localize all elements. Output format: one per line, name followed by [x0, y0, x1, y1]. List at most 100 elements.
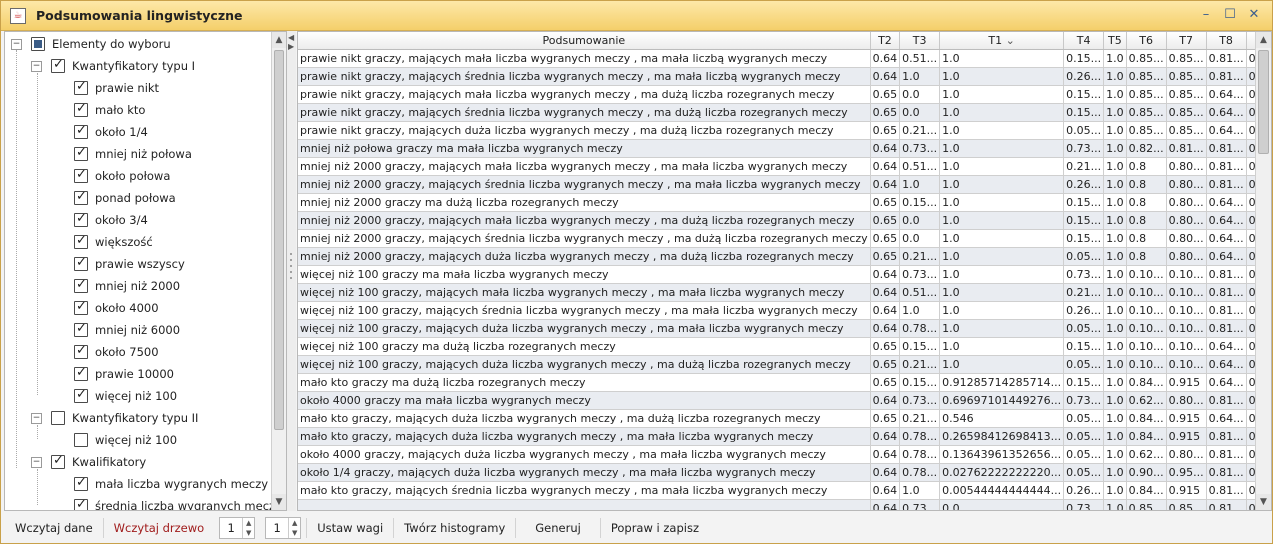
value-cell[interactable]: 0.10... — [1126, 301, 1167, 320]
value-cell[interactable]: 0.90... — [1126, 463, 1167, 482]
value-cell[interactable]: 0.62... — [1126, 445, 1167, 464]
value-cell[interactable]: 0.64 — [870, 391, 901, 410]
summary-cell[interactable]: więcej niż 100 graczy ma mała liczba wyg… — [298, 265, 871, 284]
value-cell[interactable]: 0.05... — [1063, 445, 1105, 464]
value-cell[interactable]: 0.15... — [1063, 193, 1105, 212]
tree-group[interactable]: − Kwantyfikatory typu I — [31, 55, 195, 77]
value-cell[interactable]: 0.26... — [1063, 67, 1105, 86]
value-cell[interactable]: 0.85... — [1126, 67, 1167, 86]
value-cell[interactable]: 0.10... — [1166, 337, 1207, 356]
value-cell[interactable]: 1.0 — [1103, 481, 1127, 500]
value-cell[interactable]: 0.85... — [1126, 121, 1167, 140]
value-cell[interactable]: 0.65 — [870, 103, 901, 122]
tree-leaf[interactable]: mała liczba wygranych meczy — [74, 473, 268, 495]
value-cell[interactable]: 0.8 — [1126, 229, 1167, 248]
checkbox[interactable] — [74, 101, 88, 117]
value-cell[interactable]: 0.10... — [1126, 283, 1167, 302]
value-cell[interactable]: 1.0 — [899, 301, 941, 320]
checkbox[interactable] — [74, 255, 88, 271]
value-cell[interactable]: 0.15... — [1063, 337, 1105, 356]
table-row[interactable]: więcej niż 100 graczy, mających średnia … — [298, 301, 1271, 320]
checkbox[interactable] — [74, 233, 88, 249]
value-cell[interactable]: 0.0 — [939, 499, 1065, 510]
value-cell[interactable]: 0.51... — [899, 283, 941, 302]
tree-leaf[interactable]: prawie 10000 — [74, 363, 174, 385]
value-cell[interactable]: 0.69697101449276... — [939, 391, 1065, 410]
value-cell[interactable]: 0.8 — [1126, 157, 1167, 176]
value-cell[interactable]: 0.64... — [1206, 229, 1247, 248]
value-cell[interactable]: 0.73... — [899, 265, 941, 284]
value-cell[interactable]: 0.05... — [1063, 427, 1105, 446]
value-cell[interactable]: 0.64 — [870, 427, 901, 446]
summary-cell[interactable]: prawie nikt graczy, mających mała liczba… — [298, 49, 871, 68]
value-cell[interactable]: 0.85... — [1126, 49, 1167, 68]
column-header-t2[interactable]: T2 — [870, 32, 901, 50]
value-cell[interactable]: 0.21... — [1063, 157, 1105, 176]
value-cell[interactable]: 0.64... — [1206, 337, 1247, 356]
table-row[interactable]: mało kto graczy, mających średnia liczba… — [298, 481, 1271, 500]
value-cell[interactable]: 0.84... — [1126, 409, 1167, 428]
summary-cell[interactable]: mało kto graczy, mających duża liczba wy… — [298, 427, 871, 446]
summary-cell[interactable]: mało kto graczy, mających duża liczba wy… — [298, 409, 871, 428]
scroll-down-icon[interactable]: ▼ — [1256, 494, 1271, 510]
tree-group[interactable]: − Kwantyfikatory typu II — [31, 407, 198, 429]
value-cell[interactable]: 0.73... — [899, 391, 941, 410]
checkbox[interactable] — [74, 321, 88, 337]
value-cell[interactable]: 0.85... — [1166, 49, 1207, 68]
value-cell[interactable]: 0.15... — [1063, 85, 1105, 104]
value-cell[interactable]: 1.0 — [939, 175, 1065, 194]
value-cell[interactable]: 0.64 — [870, 463, 901, 482]
collapse-toggle-icon[interactable]: − — [31, 60, 42, 72]
tree-leaf[interactable]: większość — [74, 231, 153, 253]
value-cell[interactable]: 1.0 — [1103, 175, 1127, 194]
tree-leaf[interactable]: mniej niż połowa — [74, 143, 192, 165]
value-cell[interactable]: 0.81... — [1206, 175, 1247, 194]
value-cell[interactable]: 0.15... — [1063, 373, 1105, 392]
table-row[interactable]: mniej niż 2000 graczy, mających średnia … — [298, 229, 1271, 248]
set-weights-button[interactable]: Ustaw wagi — [307, 517, 393, 539]
fix-and-save-button[interactable]: Popraw i zapisz — [601, 517, 709, 539]
checkbox[interactable] — [51, 411, 65, 425]
value-cell[interactable]: 0.21... — [899, 247, 941, 266]
value-cell[interactable]: 0.95... — [1166, 463, 1207, 482]
value-cell[interactable]: 0.10... — [1166, 355, 1207, 374]
checkbox[interactable] — [74, 79, 88, 95]
value-cell[interactable]: 0.80... — [1166, 391, 1207, 410]
value-cell[interactable]: 0.78... — [899, 427, 941, 446]
summary-cell[interactable]: więcej niż 100 graczy, mających średnia … — [298, 301, 871, 320]
value-cell[interactable]: 0.81... — [1206, 445, 1247, 464]
value-cell[interactable]: 1.0 — [939, 283, 1065, 302]
value-cell[interactable]: 1.0 — [939, 121, 1065, 140]
column-header-t8[interactable]: T8 — [1206, 32, 1247, 50]
table-row[interactable]: mniej niż 2000 graczy, mających duża lic… — [298, 247, 1271, 266]
value-cell[interactable]: 0.64 — [870, 175, 901, 194]
value-cell[interactable]: 0.64... — [1206, 193, 1247, 212]
checkbox[interactable] — [74, 497, 88, 510]
value-cell[interactable]: 0.21... — [899, 355, 941, 374]
checkbox[interactable] — [74, 211, 88, 227]
summary-cell[interactable] — [298, 499, 871, 510]
spinner-arrows-icon[interactable]: ▲ ▼ — [288, 518, 300, 538]
value-cell[interactable]: 0.65 — [870, 193, 901, 212]
value-cell[interactable]: 1.0 — [1103, 265, 1127, 284]
value-cell[interactable]: 0.85 — [1166, 499, 1207, 510]
table-row[interactable]: około 1/4 graczy, mających duża liczba w… — [298, 463, 1271, 482]
table-row[interactable]: mniej niż 2000 graczy, mających mała lic… — [298, 211, 1271, 230]
value-cell[interactable]: 1.0 — [1103, 211, 1127, 230]
value-cell[interactable]: 0.10... — [1126, 337, 1167, 356]
value-cell[interactable]: 0.64... — [1206, 85, 1247, 104]
value-cell[interactable]: 1.0 — [1103, 157, 1127, 176]
value-cell[interactable]: 0.80... — [1166, 211, 1207, 230]
make-histograms-button[interactable]: Twórz histogramy — [394, 517, 515, 539]
summary-cell[interactable]: więcej niż 100 graczy, mających duża lic… — [298, 319, 871, 338]
summary-cell[interactable]: mało kto graczy ma dużą liczba rozegrany… — [298, 373, 871, 392]
checkbox[interactable] — [51, 57, 65, 73]
value-cell[interactable]: 0.10... — [1166, 283, 1207, 302]
value-cell[interactable]: 0.15... — [1063, 229, 1105, 248]
checkbox[interactable] — [74, 475, 88, 491]
spinner-1-value[interactable]: 1 — [220, 521, 242, 535]
table-row[interactable]: mało kto graczy, mających duża liczba wy… — [298, 427, 1271, 446]
value-cell[interactable]: 1.0 — [1103, 499, 1127, 510]
value-cell[interactable]: 1.0 — [1103, 373, 1127, 392]
value-cell[interactable]: 1.0 — [939, 193, 1065, 212]
